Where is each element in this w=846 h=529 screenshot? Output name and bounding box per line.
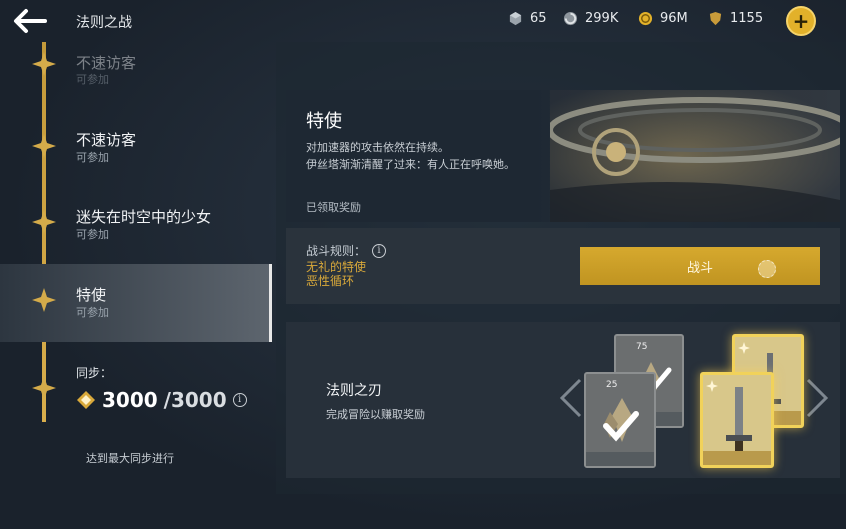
shield-token-icon xyxy=(709,11,722,26)
chevron-left-icon xyxy=(559,378,582,418)
plus-icon: + xyxy=(792,9,810,33)
timeline-node-icon xyxy=(28,48,60,80)
timeline-node-icon xyxy=(28,130,60,162)
sync-row: 3000 /3000 i xyxy=(76,388,247,412)
swirl-coin-icon xyxy=(563,11,578,26)
stage-name[interactable]: 不速访客 xyxy=(76,52,136,73)
sync-current: 3000 xyxy=(102,388,158,412)
stage-status: 可参加 xyxy=(76,73,109,86)
currency-gold: 96M xyxy=(638,11,688,26)
chevron-right-icon xyxy=(806,378,829,418)
sync-max: /3000 xyxy=(163,388,227,412)
card-count: 25 xyxy=(606,380,618,390)
checkmark-icon xyxy=(603,411,639,442)
card-footer xyxy=(703,451,771,465)
reward-item-card[interactable]: 25 xyxy=(584,372,656,468)
card-footer xyxy=(586,452,654,466)
cube-icon xyxy=(509,11,522,26)
reward-description: 完成冒险以赚取奖励 xyxy=(326,408,425,421)
battle-button-label: 战斗 xyxy=(686,260,713,276)
stage-name[interactable]: 迷失在时空中的少女 xyxy=(76,206,211,227)
battle-rule: 恶性循环 xyxy=(306,274,355,288)
gold-coin-icon xyxy=(638,11,653,26)
sync-status: 达到最大同步进行 xyxy=(86,452,174,465)
star-icon xyxy=(738,342,750,354)
mission-description: 对加速器的攻击依然在持续。 xyxy=(306,141,449,154)
reward-title: 法则之刃 xyxy=(326,383,382,399)
stage-status: 可参加 xyxy=(76,306,109,319)
mission-title: 特使 xyxy=(306,111,342,132)
currency-shield: 1155 xyxy=(708,11,763,26)
stage-name[interactable]: 特使 xyxy=(76,284,106,305)
timeline-node-icon xyxy=(28,206,60,238)
sword-icon xyxy=(726,387,752,453)
sync-label: 同步： xyxy=(76,366,113,380)
mission-description: 伊丝塔渐渐清醒了过来：有人正在呼唤她。 xyxy=(306,158,515,171)
currency-gold-value: 96M xyxy=(660,11,688,26)
page-title: 法则之战 xyxy=(76,15,132,31)
tap-indicator xyxy=(758,260,776,278)
currency-cube-value: 65 xyxy=(530,11,547,26)
timeline-node-icon xyxy=(28,372,60,404)
stage-name[interactable]: 不速访客 xyxy=(76,129,136,150)
stage-status: 可参加 xyxy=(76,228,109,241)
currency-cube: 65 xyxy=(508,11,547,26)
top-bar: 法则之战 65 299K 96M 1155 + xyxy=(0,0,846,42)
currency-swirl-value: 299K xyxy=(585,11,619,26)
reward-status: 已领取奖励 xyxy=(306,201,361,214)
info-icon[interactable]: i xyxy=(232,393,247,407)
back-arrow-icon xyxy=(14,9,47,33)
add-currency-button[interactable]: + xyxy=(786,6,816,36)
battle-rules-text: 战斗规则： xyxy=(306,244,367,258)
info-icon[interactable]: i xyxy=(372,243,387,258)
sync-diamond-icon xyxy=(77,391,95,409)
back-button[interactable] xyxy=(12,8,48,34)
stage-status: 可参加 xyxy=(76,151,109,164)
battle-rules-label: 战斗规则： i xyxy=(306,242,387,259)
card-count: 75 xyxy=(636,342,648,352)
star-icon xyxy=(706,380,718,392)
mission-artwork xyxy=(550,90,840,222)
reward-item-card[interactable] xyxy=(700,372,774,468)
battle-button[interactable]: 战斗 xyxy=(580,247,820,285)
currency-swirl: 299K xyxy=(563,11,618,26)
timeline-node-icon xyxy=(28,284,60,316)
currency-shield-value: 1155 xyxy=(730,11,764,26)
